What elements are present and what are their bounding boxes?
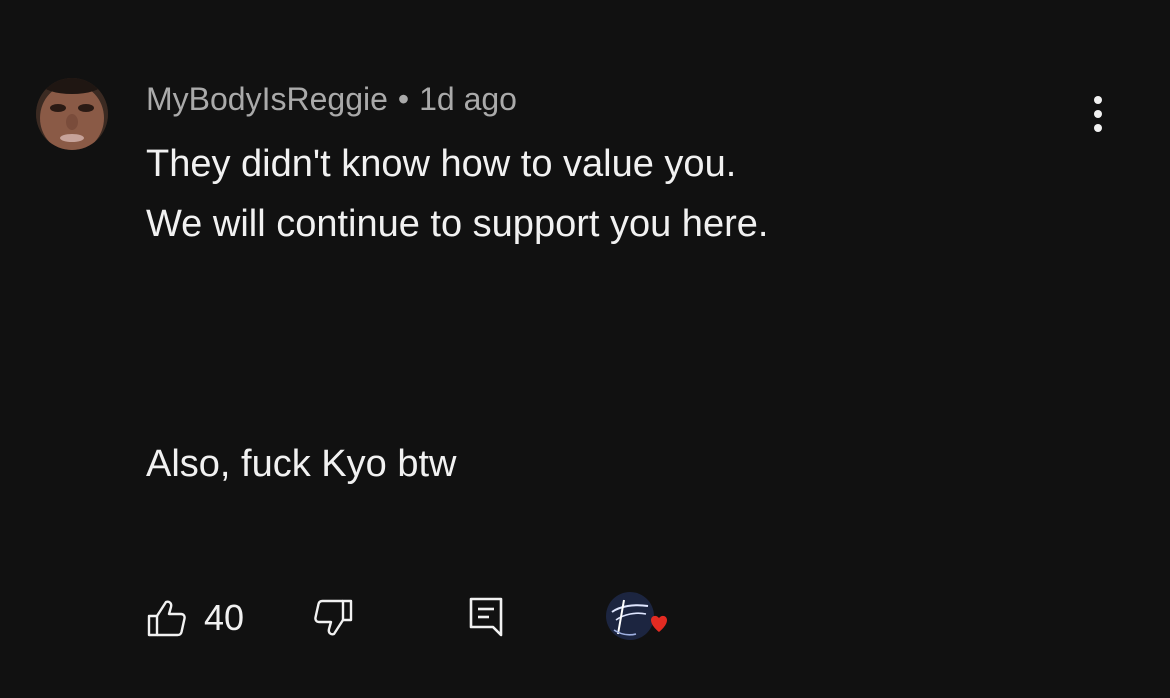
blank-space	[146, 254, 1046, 434]
creator-heart-icon	[606, 592, 667, 640]
comment-line: We will continue to support you here.	[146, 203, 769, 245]
more-options-button[interactable]	[1080, 94, 1116, 134]
like-count: 40	[204, 597, 245, 638]
reply-comment-icon	[469, 597, 503, 637]
separator-dot: •	[397, 81, 410, 117]
dislike-button[interactable]	[314, 594, 354, 642]
thumbs-up-icon	[147, 600, 186, 637]
avatar-face-image	[36, 78, 108, 150]
timestamp: 1d ago	[419, 81, 517, 117]
comment-text: They didn't know how to value you. We wi…	[146, 134, 1046, 494]
like-button[interactable]: 40	[146, 594, 244, 642]
creator-heart-badge[interactable]	[604, 590, 670, 650]
comment-line: Also, fuck Kyo btw	[146, 443, 457, 485]
more-vertical-icon	[1094, 96, 1102, 132]
comment-line: They didn't know how to value you.	[146, 143, 737, 185]
avatar[interactable]	[36, 78, 108, 150]
author-name[interactable]: MyBodyIsReggie	[146, 81, 388, 117]
comment-card: MyBodyIsReggie • 1d ago They didn't know h…	[0, 0, 1170, 698]
reply-button[interactable]	[466, 592, 506, 640]
thumbs-down-icon	[314, 599, 353, 636]
comment-header: MyBodyIsReggie • 1d ago	[146, 80, 517, 118]
comment-actions: 40	[0, 590, 1170, 650]
